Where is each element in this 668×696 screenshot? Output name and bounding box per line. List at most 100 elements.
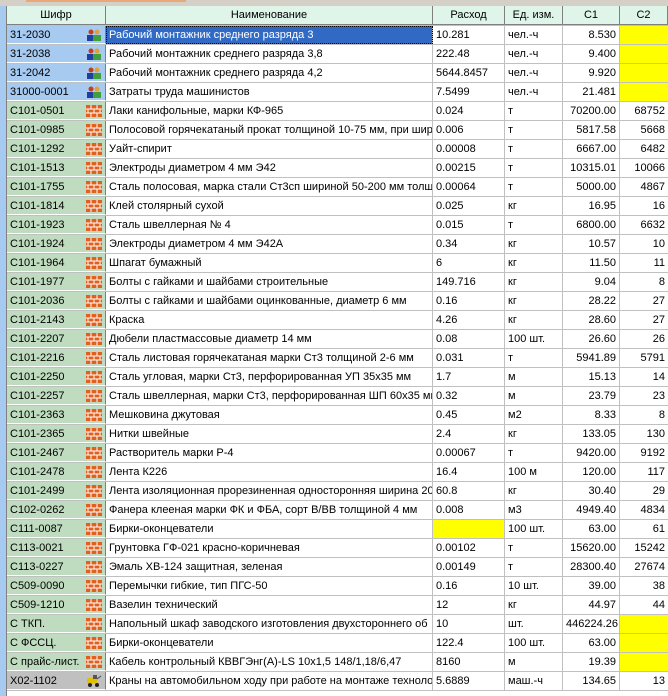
qty-cell[interactable]: 0.025: [433, 197, 505, 215]
table-row[interactable]: С прайс-лист. Кабель контрольный КВВГЭнг(…: [7, 653, 668, 672]
c1-cell[interactable]: 6800.00: [563, 216, 620, 234]
c2-cell[interactable]: 5791: [620, 349, 668, 367]
c1-cell[interactable]: 16.95: [563, 197, 620, 215]
c1-cell[interactable]: 5817.58: [563, 121, 620, 139]
c2-cell[interactable]: [620, 45, 668, 63]
qty-cell[interactable]: [433, 520, 505, 538]
qty-cell[interactable]: 1.7: [433, 368, 505, 386]
table-row[interactable]: С101-0985 Полосовой горячекатаный прокат …: [7, 121, 668, 140]
table-row[interactable]: С101-1964 Шпагат бумажный 6 кг 11.50 11: [7, 254, 668, 273]
code-cell[interactable]: Х02-1102: [7, 672, 106, 690]
qty-cell[interactable]: 7.5499: [433, 83, 505, 101]
code-cell[interactable]: С101-1292: [7, 140, 106, 158]
name-cell[interactable]: Вазелин технический: [106, 596, 433, 614]
c1-cell[interactable]: 9.400: [563, 45, 620, 63]
code-cell[interactable]: С101-0501: [7, 102, 106, 120]
qty-cell[interactable]: 0.45: [433, 406, 505, 424]
unit-cell[interactable]: кг: [505, 596, 563, 614]
name-cell[interactable]: Шпагат бумажный: [106, 254, 433, 272]
name-cell[interactable]: Краны на автомобильном ходу при работе н…: [106, 672, 433, 690]
qty-cell[interactable]: 0.16: [433, 577, 505, 595]
name-cell[interactable]: Лаки канифольные, марки КФ-965: [106, 102, 433, 120]
qty-cell[interactable]: 5.6889: [433, 672, 505, 690]
column-header-code[interactable]: Шифр: [7, 6, 106, 25]
c1-cell[interactable]: 39.00: [563, 577, 620, 595]
table-row[interactable]: С101-2216 Сталь листовая горячекатаная ма…: [7, 349, 668, 368]
c2-cell[interactable]: 38: [620, 577, 668, 595]
name-cell[interactable]: Затраты труда машинистов: [106, 83, 433, 101]
name-cell[interactable]: Дюбели пластмассовые диаметр 14 мм: [106, 330, 433, 348]
name-cell[interactable]: Сталь швеллерная, марки Ст3, перфорирова…: [106, 387, 433, 405]
name-cell[interactable]: Бирки-оконцеватели: [106, 634, 433, 652]
name-cell[interactable]: Полосовой горячекатаный прокат толщиной …: [106, 121, 433, 139]
qty-cell[interactable]: 0.015: [433, 216, 505, 234]
qty-cell[interactable]: 0.006: [433, 121, 505, 139]
c1-cell[interactable]: 5000.00: [563, 178, 620, 196]
code-cell[interactable]: С101-1755: [7, 178, 106, 196]
table-row[interactable]: С113-0227 Эмаль ХВ-124 защитная, зеленая 0…: [7, 558, 668, 577]
c1-cell[interactable]: 63.00: [563, 520, 620, 538]
unit-cell[interactable]: чел.-ч: [505, 83, 563, 101]
table-row[interactable]: С101-1814 Клей столярный сухой 0.025 кг 16.9…: [7, 197, 668, 216]
c1-cell[interactable]: 28300.40: [563, 558, 620, 576]
code-cell[interactable]: С101-1924: [7, 235, 106, 253]
unit-cell[interactable]: кг: [505, 482, 563, 500]
c2-cell[interactable]: 8: [620, 273, 668, 291]
c1-cell[interactable]: 9420.00: [563, 444, 620, 462]
name-cell[interactable]: Краска: [106, 311, 433, 329]
unit-cell[interactable]: чел.-ч: [505, 64, 563, 82]
c2-cell[interactable]: 27: [620, 311, 668, 329]
c2-cell[interactable]: 9192: [620, 444, 668, 462]
table-row[interactable]: С ТКП. Напольный шкаф заводского изготовл…: [7, 615, 668, 634]
code-cell[interactable]: С101-2363: [7, 406, 106, 424]
table-row[interactable]: С101-2478 Лента К226 16.4 100 м 120.00 117: [7, 463, 668, 482]
qty-cell[interactable]: 0.024: [433, 102, 505, 120]
table-row[interactable]: 31-2042 Рабочий монтажник среднего разряд…: [7, 64, 668, 83]
code-cell[interactable]: С101-2257: [7, 387, 106, 405]
qty-cell[interactable]: 0.00008: [433, 140, 505, 158]
c1-cell[interactable]: 11.50: [563, 254, 620, 272]
table-row[interactable]: С ФССЦ. Бирки-оконцеватели 122.4 100 шт. 63.…: [7, 634, 668, 653]
code-cell[interactable]: С ФССЦ.: [7, 634, 106, 652]
unit-cell[interactable]: кг: [505, 197, 563, 215]
name-cell[interactable]: Растворитель марки Р-4: [106, 444, 433, 462]
qty-cell[interactable]: 0.008: [433, 501, 505, 519]
unit-cell[interactable]: шт.: [505, 615, 563, 633]
c2-cell[interactable]: [620, 83, 668, 101]
name-cell[interactable]: Эмаль ХВ-124 защитная, зеленая: [106, 558, 433, 576]
table-row[interactable]: 31000-0001 Затраты труда машинистов 7.5499…: [7, 83, 668, 102]
code-cell[interactable]: С113-0227: [7, 558, 106, 576]
code-cell[interactable]: С101-1964: [7, 254, 106, 272]
unit-cell[interactable]: т: [505, 216, 563, 234]
column-header-c1[interactable]: С1: [563, 6, 620, 25]
name-cell[interactable]: Электроды диаметром 4 мм Э42: [106, 159, 433, 177]
unit-cell[interactable]: кг: [505, 273, 563, 291]
table-row[interactable]: С101-1924 Электроды диаметром 4 мм Э42А 0.…: [7, 235, 668, 254]
code-cell[interactable]: С101-2216: [7, 349, 106, 367]
name-cell[interactable]: Лента изоляционная прорезиненная односто…: [106, 482, 433, 500]
code-cell[interactable]: С101-1814: [7, 197, 106, 215]
c2-cell[interactable]: 16: [620, 197, 668, 215]
table-row[interactable]: С101-2499 Лента изоляционная прорезиненна…: [7, 482, 668, 501]
qty-cell[interactable]: 10.281: [433, 26, 505, 44]
c1-cell[interactable]: 5941.89: [563, 349, 620, 367]
c1-cell[interactable]: 15620.00: [563, 539, 620, 557]
qty-cell[interactable]: 0.031: [433, 349, 505, 367]
table-row[interactable]: С101-1292 Уайт-спирит 0.00008 т 6667.00 6482: [7, 140, 668, 159]
table-row[interactable]: 31-2030 Рабочий монтажник среднего разряд…: [7, 26, 668, 45]
qty-cell[interactable]: 16.4: [433, 463, 505, 481]
qty-cell[interactable]: 0.00102: [433, 539, 505, 557]
c2-cell[interactable]: 27674: [620, 558, 668, 576]
name-cell[interactable]: Электроды диаметром 4 мм Э42А: [106, 235, 433, 253]
c2-cell[interactable]: 11: [620, 254, 668, 272]
column-header-qty[interactable]: Расход: [433, 6, 505, 25]
qty-cell[interactable]: 12: [433, 596, 505, 614]
name-cell[interactable]: Бирки-оконцеватели: [106, 520, 433, 538]
c1-cell[interactable]: 23.79: [563, 387, 620, 405]
code-cell[interactable]: С101-1513: [7, 159, 106, 177]
unit-cell[interactable]: 100 м: [505, 463, 563, 481]
table-row[interactable]: С101-2250 Сталь угловая, марки Ст3, перфо…: [7, 368, 668, 387]
code-cell[interactable]: С509-1210: [7, 596, 106, 614]
unit-cell[interactable]: кг: [505, 292, 563, 310]
qty-cell[interactable]: 6: [433, 254, 505, 272]
